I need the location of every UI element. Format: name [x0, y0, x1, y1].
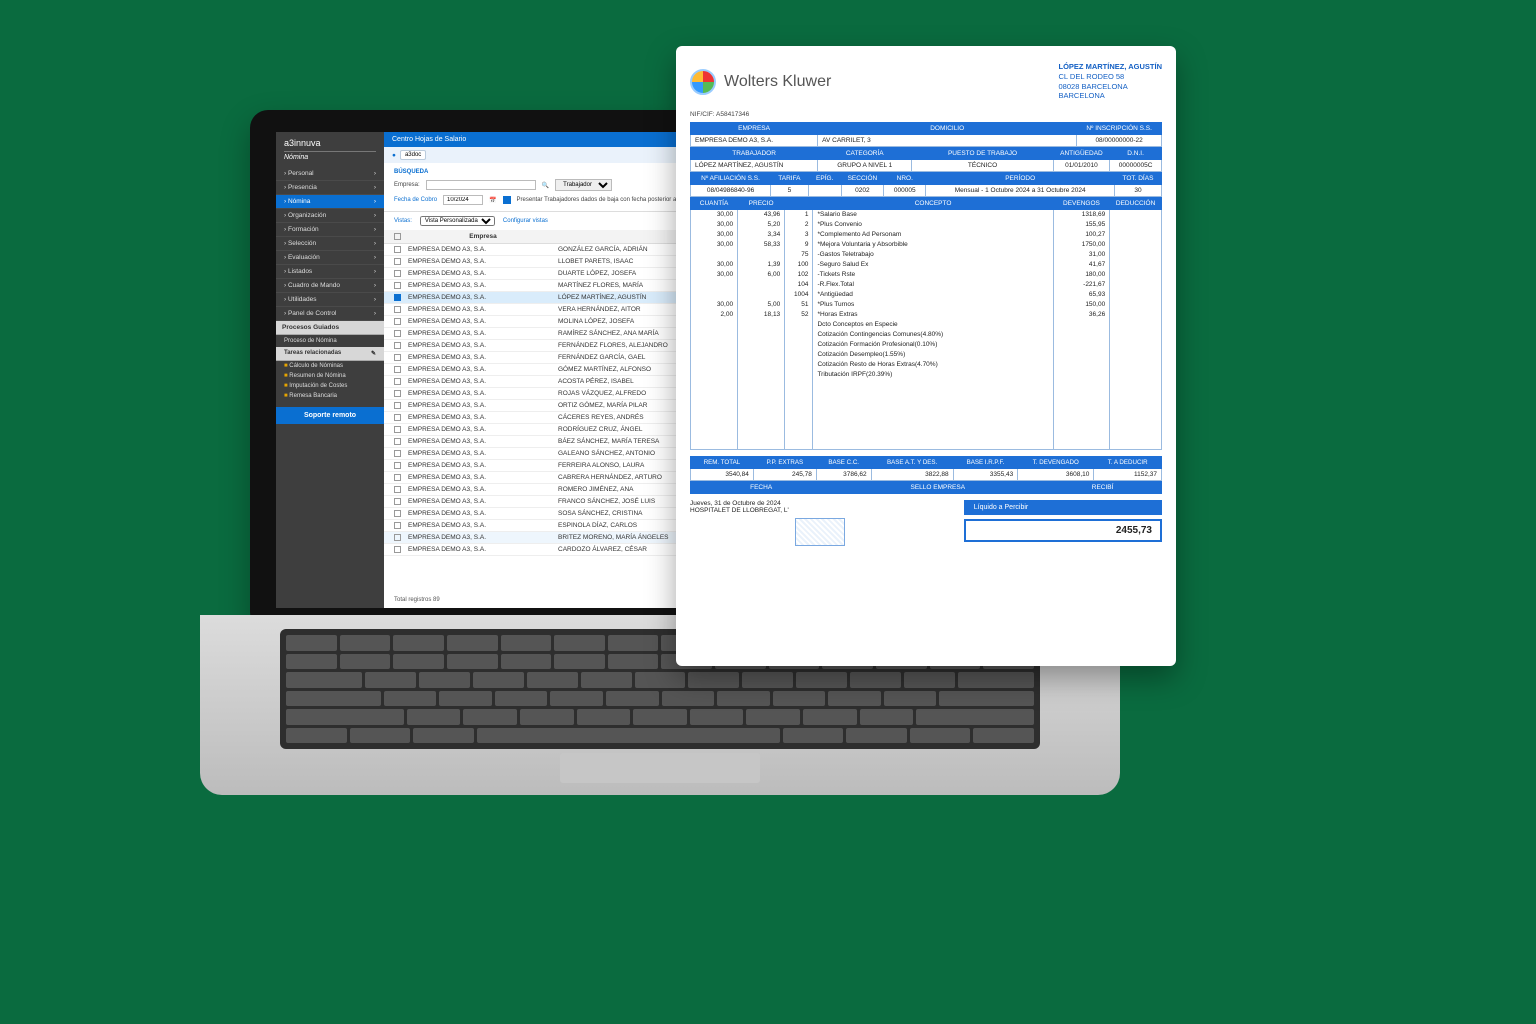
row-checkbox[interactable]: [394, 342, 401, 349]
row-checkbox[interactable]: [394, 330, 401, 337]
concept-row: 2,0018,1352*Horas Extras36,26: [691, 310, 1162, 320]
row-checkbox[interactable]: [394, 474, 401, 481]
sidebar: a3innuva Nómina › Personal›› Presencia››…: [276, 132, 384, 608]
concept-row: 30,003,343*Complemento Ad Personam100,27: [691, 230, 1162, 240]
row-checkbox[interactable]: [394, 378, 401, 385]
sidebar-item[interactable]: › Nómina›: [276, 195, 384, 209]
select-all-checkbox[interactable]: [394, 233, 401, 240]
row-checkbox[interactable]: [394, 306, 401, 313]
concept-row: Dcto Conceptos en Especie: [691, 320, 1162, 330]
views-select[interactable]: Vista Personalizada: [420, 216, 495, 226]
concept-row: 30,005,202*Plus Convenio155,95: [691, 220, 1162, 230]
employee-info-table: TRABAJADORCATEGORÍAPUESTO DE TRABAJOANTI…: [690, 147, 1162, 172]
concept-row: 104-R.Flex.Total-221,67: [691, 280, 1162, 290]
task-item[interactable]: Remesa Bancaria: [276, 391, 384, 401]
sidebar-item[interactable]: › Formación›: [276, 223, 384, 237]
task-item[interactable]: Cálculo de Nóminas: [276, 361, 384, 371]
trabajador-select[interactable]: Trabajador: [555, 179, 612, 191]
total-records: Total registros 89: [394, 597, 440, 604]
row-checkbox[interactable]: [394, 534, 401, 541]
calendar-icon[interactable]: 📅: [489, 197, 496, 204]
row-checkbox[interactable]: [394, 354, 401, 361]
concept-row: 75-Gastos Teletrabajo31,00: [691, 250, 1162, 260]
totals-table: REM. TOTALP.P. EXTRAS BASE C.C.BASE A.T.…: [690, 456, 1162, 481]
concept-row: Tributación IRPF(20.39%): [691, 370, 1162, 380]
concept-row: 30,0043,961*Salario Base1318,69: [691, 210, 1162, 220]
brand-sub: Nómina: [284, 151, 376, 161]
task-item[interactable]: Imputación de Costes: [276, 381, 384, 391]
row-checkbox[interactable]: [394, 438, 401, 445]
row-checkbox[interactable]: [394, 246, 401, 253]
a3doc-tag[interactable]: a3doc: [400, 150, 426, 160]
concept-row: 30,005,0051*Plus Turnos150,00: [691, 300, 1162, 310]
proceso-item[interactable]: Proceso de Nómina: [276, 335, 384, 347]
sidebar-item[interactable]: › Organización›: [276, 209, 384, 223]
empresa-input[interactable]: [426, 180, 536, 190]
task-item[interactable]: Resumen de Nómina: [276, 371, 384, 381]
search-icon[interactable]: 🔍: [542, 182, 549, 189]
stamp-icon: [795, 518, 845, 546]
concept-row: 30,006,00102-Tickets Rste180,00: [691, 270, 1162, 280]
row-checkbox[interactable]: [394, 510, 401, 517]
affiliation-table: Nº AFILIACIÓN S.S.TARIFAEPÍG.SECCIÓNNRO.…: [690, 172, 1162, 197]
trackpad: [560, 753, 760, 783]
concepts-table: CUANTÍA PRECIO CONCEPTO DEVENGOS DEDUCCI…: [690, 197, 1162, 450]
row-checkbox[interactable]: [394, 318, 401, 325]
row-checkbox[interactable]: [394, 258, 401, 265]
row-checkbox[interactable]: [394, 294, 401, 301]
concept-row: 30,0058,339*Mejora Voluntaria y Absorbib…: [691, 240, 1162, 250]
row-checkbox[interactable]: [394, 450, 401, 457]
sidebar-item[interactable]: › Listados›: [276, 265, 384, 279]
row-checkbox[interactable]: [394, 498, 401, 505]
row-checkbox[interactable]: [394, 282, 401, 289]
baja-checkbox[interactable]: [503, 196, 511, 204]
sidebar-item[interactable]: › Cuadro de Mando›: [276, 279, 384, 293]
sidebar-item[interactable]: › Evaluación›: [276, 251, 384, 265]
concept-row: 1004*Antigüedad65,93: [691, 290, 1162, 300]
brand-name: a3innuva: [284, 138, 376, 148]
concept-row: Cotización Resto de Horas Extras(4.70%): [691, 360, 1162, 370]
tasks-list: Cálculo de NóminasResumen de NóminaImput…: [276, 361, 384, 401]
sidebar-item[interactable]: › Utilidades›: [276, 293, 384, 307]
concept-row: Cotización Formación Profesional(0.10%): [691, 340, 1162, 350]
row-checkbox[interactable]: [394, 402, 401, 409]
concept-row: 30,001,39100-Seguro Salud Ex41,67: [691, 260, 1162, 270]
wk-logo-icon: [690, 69, 716, 95]
globe-icon[interactable]: ●: [392, 152, 396, 159]
row-checkbox[interactable]: [394, 522, 401, 529]
procesos-header[interactable]: Procesos Guiados: [276, 321, 384, 335]
sidebar-item[interactable]: › Personal›: [276, 167, 384, 181]
concept-row: Cotización Contingencias Comunes(4.80%): [691, 330, 1162, 340]
employee-address: LÓPEZ MARTÍNEZ, AGUSTÍN CL DEL RODEO 58 …: [1059, 62, 1162, 101]
company-logo: Wolters Kluwer: [690, 62, 831, 101]
company-info-table: EMPRESADOMICILIONº INSCRIPCIÓN S.S. EMPR…: [690, 122, 1162, 147]
sidebar-item[interactable]: › Presencia›: [276, 181, 384, 195]
row-checkbox[interactable]: [394, 462, 401, 469]
neto-value: 2455,73: [964, 519, 1162, 542]
row-checkbox[interactable]: [394, 486, 401, 493]
row-checkbox[interactable]: [394, 366, 401, 373]
tareas-header[interactable]: Tareas relacionadas ✎: [276, 347, 384, 361]
signature-table: FECHASELLO EMPRESARECIBÍ: [690, 481, 1162, 494]
fecha-input[interactable]: [443, 195, 483, 205]
row-checkbox[interactable]: [394, 414, 401, 421]
nif: NIF/CIF: A58417346: [690, 111, 1162, 118]
liquido-label: Líquido a Percibir: [964, 500, 1162, 515]
config-views-link[interactable]: Configurar vistas: [503, 218, 548, 224]
sidebar-item[interactable]: › Panel de Control›: [276, 307, 384, 321]
payslip-document: Wolters Kluwer LÓPEZ MARTÍNEZ, AGUSTÍN C…: [676, 46, 1176, 666]
nav-menu: › Personal›› Presencia›› Nómina›› Organi…: [276, 167, 384, 321]
support-button[interactable]: Soporte remoto: [276, 407, 384, 424]
edit-icon[interactable]: ✎: [371, 350, 376, 357]
brand: a3innuva Nómina: [276, 132, 384, 167]
row-checkbox[interactable]: [394, 426, 401, 433]
row-checkbox[interactable]: [394, 390, 401, 397]
sidebar-item[interactable]: › Selección›: [276, 237, 384, 251]
payslip-footer: Jueves, 31 de Octubre de 2024 HOSPITALET…: [690, 500, 1162, 546]
row-checkbox[interactable]: [394, 546, 401, 553]
row-checkbox[interactable]: [394, 270, 401, 277]
concept-row: Cotización Desempleo(1.55%): [691, 350, 1162, 360]
